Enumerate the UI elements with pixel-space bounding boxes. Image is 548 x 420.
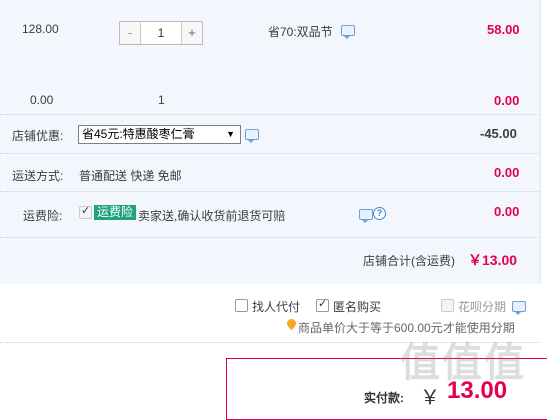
shop-discount-select[interactable]: 省45元:特惠酸枣仁膏 ▼ — [78, 125, 241, 144]
item2-quantity: 1 — [158, 93, 165, 107]
item2-subtotal: 0.00 — [494, 93, 520, 108]
dropdown-arrow-icon: ▼ — [226, 129, 235, 139]
item2-unit-price: 0.00 — [30, 93, 54, 107]
shipping-method: 普通配送 快递 免邮 — [79, 169, 182, 183]
row-divider — [0, 153, 540, 154]
row-divider — [0, 237, 540, 238]
shop-total-label: 店铺合计(含运费) — [363, 254, 455, 268]
watermark-logo: 值值值 — [400, 341, 526, 385]
quantity-input[interactable] — [141, 22, 181, 44]
shop-total-amount: ￥13.00 — [468, 252, 518, 268]
shop-discount-amount: -45.00 — [480, 126, 517, 141]
help-icon[interactable]: ? — [373, 207, 386, 220]
shipping-insurance-badge: 运费险 — [94, 205, 137, 220]
row-divider — [0, 114, 540, 115]
shipping-insurance-label: 运费险: — [23, 209, 63, 223]
installment-label: 花呗分期 — [458, 300, 507, 314]
row-divider — [0, 191, 540, 192]
item1-unit-price: 128.00 — [22, 22, 59, 36]
chat-icon[interactable] — [359, 209, 373, 223]
item1-promo: 省70:双品节 — [268, 25, 333, 39]
shop-discount-selected: 省45元:特惠酸枣仁膏 — [82, 127, 195, 141]
shipping-insurance-checkbox — [79, 204, 92, 219]
shipping-label: 运送方式: — [12, 169, 64, 183]
proxy-pay-label[interactable]: 找人代付 — [252, 298, 300, 315]
location-pin-icon — [287, 319, 296, 330]
shipping-insurance-amount: 0.00 — [494, 204, 520, 219]
anonymous-checkbox[interactable] — [316, 297, 329, 312]
shop-discount-label: 店铺优惠: — [12, 129, 64, 143]
quantity-increase-button[interactable]: + — [181, 22, 202, 44]
chat-icon[interactable] — [245, 129, 259, 143]
shipping-amount: 0.00 — [494, 165, 520, 180]
quantity-decrease-button[interactable]: - — [120, 22, 141, 44]
proxy-pay-checkbox[interactable] — [235, 299, 248, 312]
chat-icon[interactable] — [512, 301, 526, 315]
installment-checkbox — [441, 299, 454, 312]
item1-subtotal: 58.00 — [487, 22, 520, 37]
chat-icon[interactable] — [341, 25, 355, 39]
quantity-stepper[interactable]: - + — [119, 21, 203, 45]
payment-label: 实付款: — [364, 391, 404, 405]
anonymous-label[interactable]: 匿名购买 — [333, 298, 381, 315]
shipping-insurance-description: 卖家送,确认收货前退货可赔 — [138, 209, 286, 223]
